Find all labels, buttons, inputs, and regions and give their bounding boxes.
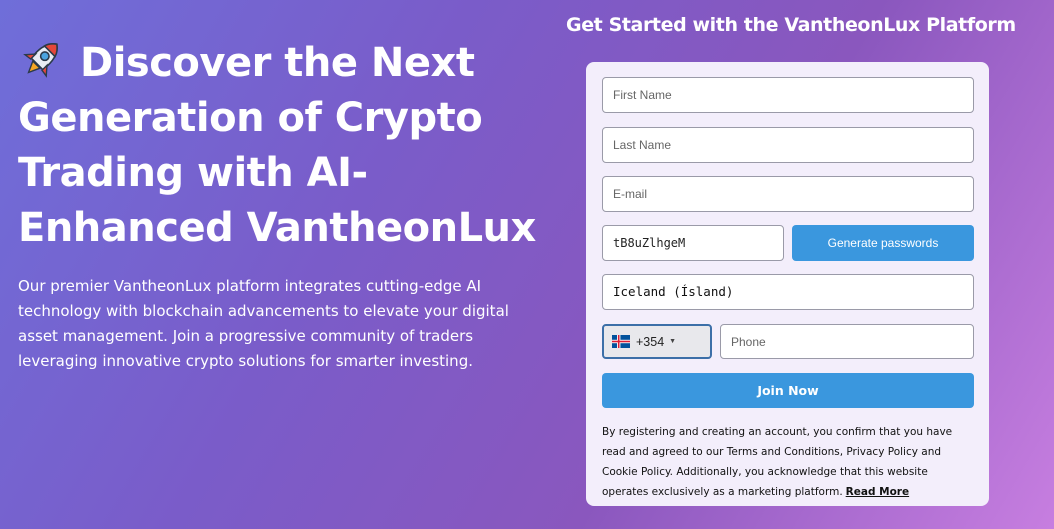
chevron-down-icon: ▼ [669, 338, 677, 345]
iceland-flag-icon [612, 335, 630, 348]
join-now-button[interactable]: Join Now [602, 373, 974, 408]
dial-code-select[interactable]: +354 ▼ [602, 324, 712, 359]
country-select[interactable]: Iceland (Ísland) [602, 274, 974, 310]
email-input[interactable] [602, 176, 974, 212]
signup-form-card: Generate passwords Iceland (Ísland) +354… [586, 62, 989, 506]
read-more-link[interactable]: Read More [846, 486, 909, 498]
first-name-input[interactable] [602, 77, 974, 113]
form-heading: Get Started with the VantheonLux Platfor… [566, 14, 1016, 36]
hero-title-text: Discover the Next Generation of Crypto T… [18, 40, 536, 251]
hero-section: Discover the Next Generation of Crypto T… [18, 36, 538, 374]
rocket-icon [23, 43, 58, 78]
phone-input[interactable] [720, 324, 974, 359]
dial-code-value: +354 [636, 334, 665, 349]
hero-description: Our premier VantheonLux platform integra… [18, 277, 509, 370]
last-name-input[interactable] [602, 127, 974, 163]
hero-title: Discover the Next Generation of Crypto T… [18, 36, 538, 256]
disclaimer-text: By registering and creating an account, … [602, 422, 974, 502]
password-input[interactable] [602, 225, 784, 261]
generate-password-button[interactable]: Generate passwords [792, 225, 974, 261]
